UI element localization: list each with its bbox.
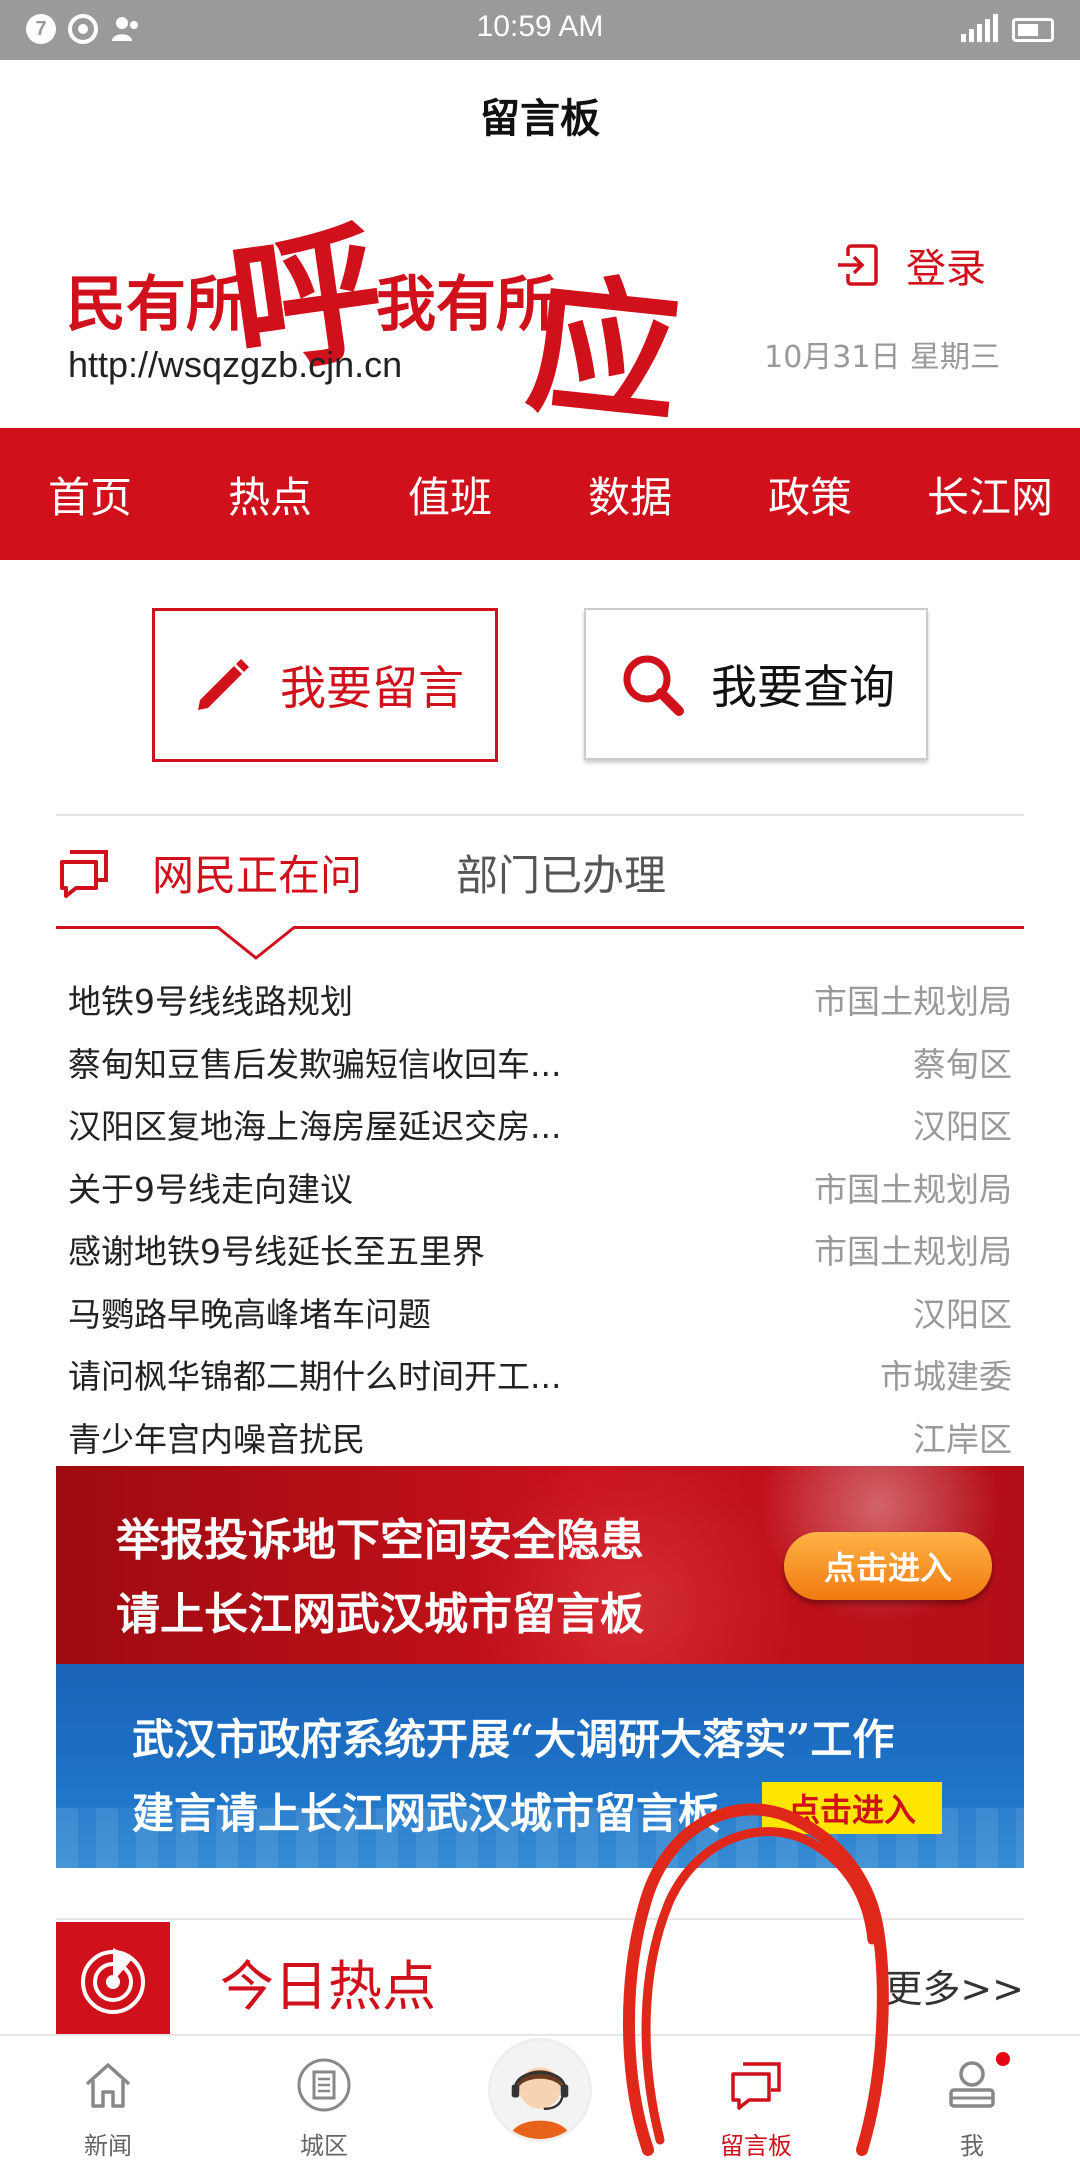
tab-news-label: 新闻 [84, 2132, 132, 2160]
login-label: 登录 [906, 246, 986, 292]
tab-department-handled[interactable]: 部门已办理 [456, 842, 666, 903]
message-board-icon [731, 2062, 781, 2110]
list-item[interactable]: 地铁9号线线路规划 市国土规划局 [56, 968, 1024, 1031]
tab-profile[interactable]: 我 [892, 2036, 1052, 2160]
logo-text-part1: 民有所 [66, 270, 246, 340]
list-item-title: 汉阳区复地海上海房屋延迟交房... [68, 1107, 562, 1147]
list-item-department: 市国土规划局 [814, 1169, 1012, 1209]
list-item-title: 蔡甸知豆售后发欺骗短信收回车... [68, 1044, 562, 1084]
banner-line1: 举报投诉地下空间安全隐患 [116, 1515, 644, 1566]
tab-message-board-label: 留言板 [720, 2132, 792, 2160]
search-icon [623, 655, 684, 716]
profile-icon [949, 2061, 995, 2108]
query-button[interactable]: 我要查询 [584, 608, 928, 760]
list-item[interactable]: 青少年宫内噪音扰民 江岸区 [56, 1406, 1024, 1469]
list-item[interactable]: 马鹦路早晚高峰堵车问题 汉阳区 [56, 1281, 1024, 1344]
list-item-department: 市城建委 [880, 1357, 1012, 1397]
leave-message-label: 我要留言 [280, 661, 464, 715]
logo-url: http://wsqzgzb.cjn.cn [68, 344, 403, 385]
question-list: 地铁9号线线路规划 市国土规划局 蔡甸知豆售后发欺骗短信收回车... 蔡甸区 汉… [56, 968, 1024, 1468]
status-bar: 7 10:59 AM [0, 0, 1080, 60]
customer-service-avatar[interactable] [488, 2038, 592, 2142]
list-item-title: 马鹦路早晚高峰堵车问题 [68, 1294, 431, 1334]
list-item-department: 汉阳区 [913, 1107, 1012, 1147]
list-item[interactable]: 关于9号线走向建议 市国土规划局 [56, 1156, 1024, 1219]
banner-line2: 请上长江网武汉城市留言板 [116, 1589, 644, 1640]
district-icon [297, 2058, 351, 2112]
list-item-title: 青少年宫内噪音扰民 [68, 1419, 365, 1459]
query-label: 我要查询 [711, 660, 895, 714]
signal-icon [961, 14, 998, 42]
date-label: 10月31日 星期三 [764, 340, 1000, 375]
battery-icon [1012, 18, 1054, 42]
list-item-title: 感谢地铁9号线延长至五里界 [68, 1232, 485, 1272]
status-icons-right [961, 14, 1054, 42]
banner-line1: 武汉市政府系统开展“大调研大落实”工作 [132, 1715, 895, 1764]
title-bar: 留言板 [0, 60, 1080, 170]
notification-dot [996, 2052, 1010, 2066]
banner-enter-button[interactable]: 点击进入 [784, 1532, 992, 1600]
list-item-department: 蔡甸区 [913, 1044, 1012, 1084]
today-hot-title: 今日热点 [220, 1955, 436, 2018]
status-time: 10:59 AM [476, 10, 604, 43]
pencil-icon [198, 659, 249, 710]
banner-enter-button[interactable]: 点击进入 [762, 1782, 942, 1834]
nav-item-data[interactable]: 数据 [540, 428, 720, 560]
radar-icon [81, 1948, 145, 2014]
research-banner[interactable]: 武汉市政府系统开展“大调研大落实”工作 建言请上长江网武汉城市留言板 点击进入 [56, 1664, 1024, 1868]
logo-text-big2: 应 [519, 255, 688, 447]
tabs-underline [56, 926, 1024, 929]
tab-profile-label: 我 [960, 2132, 984, 2160]
tab-news[interactable]: 新闻 [28, 2036, 188, 2160]
tab-district[interactable]: 城区 [244, 2036, 404, 2160]
logo-text-part2: 我有所 [376, 270, 556, 340]
customer-service-icon [491, 2041, 589, 2139]
list-item-department: 市国土规划局 [814, 982, 1012, 1022]
tab-netizens-asking[interactable]: 网民正在问 [152, 842, 362, 903]
nav-item-policy[interactable]: 政策 [720, 428, 900, 560]
nav-item-hot[interactable]: 热点 [180, 428, 360, 560]
nav-item-cjn[interactable]: 长江网 [900, 428, 1080, 560]
list-item-department: 汉阳区 [913, 1294, 1012, 1334]
active-tab-caret [216, 926, 296, 960]
login-icon [838, 244, 878, 286]
leave-message-button[interactable]: 我要留言 [152, 608, 498, 762]
tab-message-board[interactable]: 留言板 [676, 2036, 836, 2160]
more-link[interactable]: 更多>> [884, 1958, 1024, 2013]
question-tabs: 网民正在问 部门已办理 [56, 816, 1024, 928]
logo-area: 民有所 呼 我有所 应 http://wsqzgzb.cjn.cn 登录 10月… [0, 170, 1080, 446]
home-icon [85, 2063, 131, 2108]
nav-item-home[interactable]: 首页 [0, 428, 180, 560]
list-item-title: 请问枫华锦都二期什么时间开工... [68, 1357, 562, 1397]
list-item-department: 市国土规划局 [814, 1232, 1012, 1272]
list-item[interactable]: 请问枫华锦都二期什么时间开工... 市城建委 [56, 1343, 1024, 1406]
list-item[interactable]: 蔡甸知豆售后发欺骗短信收回车... 蔡甸区 [56, 1031, 1024, 1094]
list-item[interactable]: 汉阳区复地海上海房屋延迟交房... 汉阳区 [56, 1093, 1024, 1156]
banner-line2: 建言请上长江网武汉城市留言板 [132, 1789, 721, 1838]
list-item[interactable]: 感谢地铁9号线延长至五里界 市国土规划局 [56, 1218, 1024, 1281]
nav-item-duty[interactable]: 值班 [360, 428, 540, 560]
login-button[interactable]: 登录 [834, 236, 986, 294]
tab-district-label: 城区 [300, 2132, 348, 2160]
list-item-title: 地铁9号线线路规划 [68, 982, 353, 1022]
list-item-title: 关于9号线走向建议 [68, 1169, 353, 1209]
hot-icon-box [56, 1922, 170, 2034]
report-hazard-banner[interactable]: 举报投诉地下空间安全隐患 请上长江网武汉城市留言板 点击进入 [56, 1466, 1024, 1664]
main-nav: 首页 热点 值班 数据 政策 长江网 [0, 428, 1080, 560]
chat-icon [60, 850, 108, 898]
page-title: 留言板 [480, 96, 600, 142]
list-item-department: 江岸区 [913, 1419, 1012, 1459]
today-hot-section: 今日热点 更多>> [56, 1918, 1024, 2034]
